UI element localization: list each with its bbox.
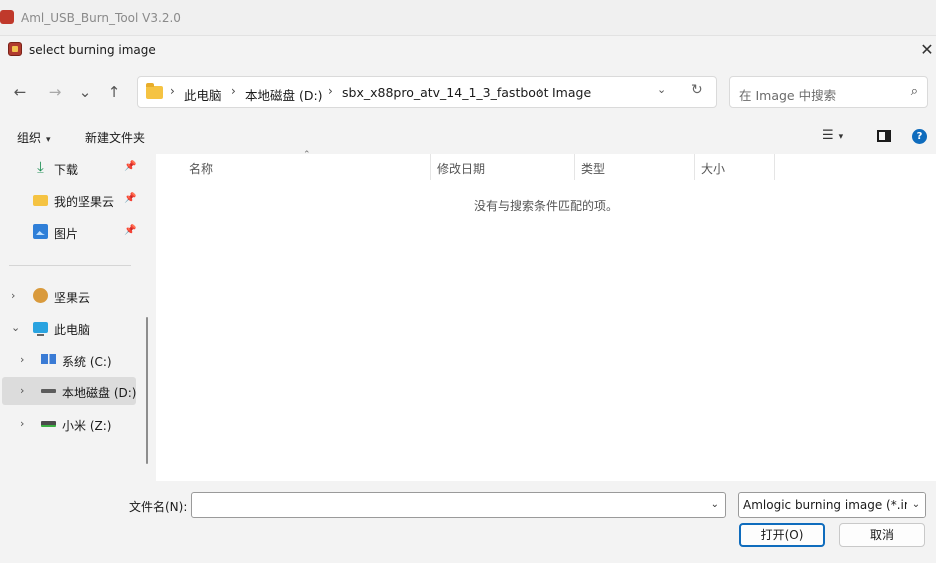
screen: Aml_USB_Burn_Tool V3.2.0 select burning …	[0, 0, 936, 563]
sidebar-item-label: 我的坚果云	[54, 195, 115, 209]
recent-locations-button[interactable]: ⌄	[73, 80, 97, 104]
background-app-titlebar: Aml_USB_Burn_Tool V3.2.0	[0, 0, 936, 36]
sort-ascending-icon: ⌃	[303, 150, 311, 160]
preview-pane-icon[interactable]	[877, 130, 891, 142]
filetype-select[interactable]: Amlogic burning image (*.img) ⌄	[738, 492, 926, 518]
sidebar-item-nutstore[interactable]: › 坚果云	[0, 282, 140, 310]
sidebar-item-this-pc[interactable]: ⌄ 此电脑	[0, 314, 140, 342]
sidebar-divider	[9, 265, 131, 266]
arrow-right-icon: →	[48, 83, 62, 101]
filename-input[interactable]: ⌄	[191, 492, 726, 518]
organize-label: 组织	[17, 131, 42, 145]
dialog-titlebar: select burning image ✕	[0, 36, 936, 64]
empty-message: 没有与搜索条件匹配的项。	[473, 199, 618, 213]
download-icon: ⤓	[37, 158, 44, 176]
sidebar-item-label: 下载	[54, 163, 79, 177]
arrow-up-icon: ↑	[107, 83, 121, 101]
app-icon	[0, 10, 14, 24]
sidebar-item-label: 此电脑	[54, 323, 91, 337]
sidebar-scrollbar[interactable]	[146, 317, 148, 464]
search-icon: ⌕	[910, 84, 918, 99]
view-options-button[interactable]: ☰ ▾	[822, 128, 843, 143]
breadcrumb-separator: ›	[231, 84, 236, 98]
chevron-right-icon[interactable]: ›	[20, 384, 24, 397]
pin-icon: 📌	[124, 225, 137, 236]
chevron-down-icon: ⌄	[78, 83, 92, 101]
chevron-right-icon[interactable]: ›	[20, 417, 24, 430]
sidebar-item-pictures[interactable]: 图片 📌	[0, 218, 140, 246]
close-icon: ✕	[920, 40, 934, 59]
sidebar-item-label: 图片	[54, 227, 79, 241]
sidebar-item-label: 系统 (C:)	[62, 355, 112, 369]
new-folder-label: 新建文件夹	[85, 131, 146, 145]
folder-icon	[146, 83, 163, 99]
local-drive-icon	[41, 389, 56, 393]
up-button[interactable]: ↑	[102, 80, 126, 104]
column-header-date[interactable]: 修改日期	[437, 160, 485, 177]
breadcrumb-separator: ›	[538, 84, 543, 98]
column-divider[interactable]	[694, 154, 695, 180]
chevron-right-icon[interactable]: ›	[11, 289, 15, 302]
search-box[interactable]: 在 Image 中搜索 ⌕	[729, 76, 928, 108]
help-icon[interactable]: ?	[912, 129, 927, 144]
sidebar-item-label: 本地磁盘 (D:)	[62, 386, 137, 400]
folder-icon	[33, 195, 48, 206]
chevron-right-icon[interactable]: ›	[20, 353, 24, 366]
column-header-type[interactable]: 类型	[581, 160, 605, 177]
sidebar-item-my-nutstore[interactable]: 我的坚果云 📌	[0, 186, 140, 214]
list-view-icon: ☰	[822, 128, 834, 143]
windows-drive-icon	[41, 354, 56, 364]
arrow-left-icon: ←	[13, 83, 27, 101]
chevron-down-icon[interactable]: ⌄	[11, 321, 20, 334]
sidebar-item-drive-z[interactable]: › 小米 (Z:)	[0, 410, 140, 438]
back-button[interactable]: ←	[8, 80, 32, 104]
sidebar-item-drive-c[interactable]: › 系统 (C:)	[0, 346, 140, 374]
close-button[interactable]: ✕	[890, 36, 936, 64]
breadcrumb-folder[interactable]: sbx_x88pro_atv_14_1_3_fastboot	[342, 85, 548, 100]
column-header-name[interactable]: 名称	[189, 160, 213, 177]
app-title: Aml_USB_Burn_Tool V3.2.0	[21, 11, 181, 25]
column-divider[interactable]	[774, 154, 775, 180]
file-list[interactable]: ⌃ 名称 修改日期 类型 大小 没有与搜索条件匹配的项。	[156, 150, 936, 481]
sidebar-item-drive-d[interactable]: › 本地磁盘 (D:)	[2, 377, 136, 405]
new-folder-button[interactable]: 新建文件夹	[85, 129, 145, 146]
breadcrumb-separator: ›	[328, 84, 333, 98]
cancel-button[interactable]: 取消	[839, 523, 925, 547]
breadcrumb-this-pc[interactable]: 此电脑	[184, 85, 222, 104]
breadcrumb-drive-d[interactable]: 本地磁盘 (D:)	[245, 85, 323, 104]
search-input[interactable]: 在 Image 中搜索	[739, 85, 836, 104]
organize-menu[interactable]: 组织 ▾	[17, 129, 51, 146]
dialog-app-icon	[8, 42, 22, 56]
filetype-value: Amlogic burning image (*.img)	[743, 498, 926, 512]
dialog-title: select burning image	[29, 43, 156, 57]
caret-down-icon: ▾	[46, 135, 51, 145]
chevron-down-icon[interactable]: ⌄	[711, 499, 719, 510]
forward-button[interactable]: →	[43, 80, 67, 104]
breadcrumb-separator: ›	[170, 84, 175, 98]
column-divider[interactable]	[430, 154, 431, 180]
column-header-size[interactable]: 大小	[701, 160, 725, 177]
address-bar[interactable]: › 此电脑 › 本地磁盘 (D:) › sbx_x88pro_atv_14_1_…	[137, 76, 717, 108]
breadcrumb-image[interactable]: Image	[552, 85, 591, 100]
pictures-icon	[33, 224, 48, 239]
nutstore-icon	[33, 288, 48, 303]
refresh-icon[interactable]: ↻	[691, 82, 703, 98]
chevron-down-icon: ⌄	[907, 493, 925, 517]
dialog-footer: 文件名(N): ⌄ Amlogic burning image (*.img) …	[0, 481, 936, 563]
open-button[interactable]: 打开(O)	[739, 523, 825, 547]
column-divider[interactable]	[574, 154, 575, 180]
this-pc-icon	[33, 322, 48, 336]
pin-icon: 📌	[124, 193, 137, 204]
pin-icon: 📌	[124, 161, 137, 172]
sidebar-item-label: 坚果云	[54, 291, 91, 305]
address-history-button[interactable]: ⌄	[657, 83, 666, 96]
filename-label: 文件名(N):	[129, 500, 188, 514]
sidebar-item-label: 小米 (Z:)	[62, 419, 112, 433]
navigation-pane: ⤓ 下载 📌 我的坚果云 📌 图片 📌 › 坚果云 ⌄ 此电脑 › 系统 (C:…	[0, 154, 140, 481]
caret-down-icon: ▾	[838, 132, 844, 142]
sidebar-item-downloads[interactable]: ⤓ 下载 📌	[0, 154, 140, 182]
network-drive-icon	[41, 421, 56, 427]
